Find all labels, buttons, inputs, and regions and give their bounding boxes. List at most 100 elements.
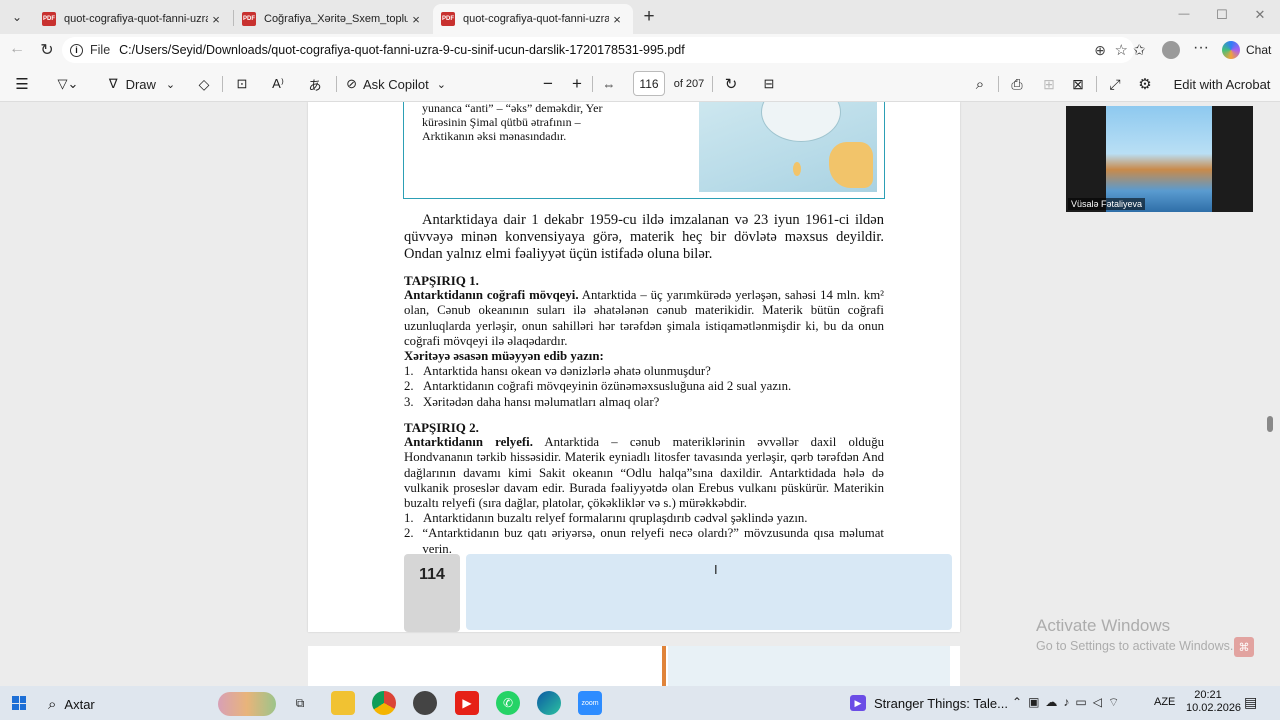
- zoom-icon[interactable]: ⊕: [1094, 42, 1106, 59]
- list-icon: ☰: [15, 76, 29, 93]
- task-1: TAPŞIRIQ 1. Antarktidanın coğrafi mövqey…: [404, 273, 884, 410]
- scrollbar-thumb[interactable]: [1267, 416, 1273, 432]
- more-icon: ···: [1193, 39, 1209, 56]
- windows-logo-icon: [12, 696, 19, 703]
- erase-button[interactable]: ◇: [192, 66, 216, 102]
- tab-actions-button[interactable]: ⌄: [6, 7, 28, 27]
- zoom-icon[interactable]: zoom: [578, 691, 602, 715]
- settings-button[interactable]: ⚙: [1134, 66, 1156, 102]
- save-as-button[interactable]: ⊠: [1067, 66, 1089, 102]
- rotate-button[interactable]: ↻: [720, 66, 742, 102]
- translate-button[interactable]: あ: [303, 66, 327, 102]
- task1-subtitle: Xəritəyə əsasən müəyyən edib yazın:: [404, 349, 604, 364]
- url-box[interactable]: i File C:/Users/Seyid/Downloads/quot-cog…: [62, 37, 1134, 63]
- task2-bold: Antarktidanın relyefi.: [404, 435, 533, 450]
- read-aloud-button[interactable]: A⁾: [266, 66, 290, 102]
- acrobat-icon[interactable]: ⌘: [1234, 637, 1254, 657]
- pdf-page: yunanca “anti” – “əks” deməkdir, Yer kür…: [308, 102, 960, 632]
- toolbar-separator: [712, 76, 713, 92]
- whatsapp-icon[interactable]: ✆: [496, 691, 520, 715]
- contents-button[interactable]: ☰: [10, 66, 34, 102]
- toolbar-separator: [336, 76, 337, 92]
- print-icon: ⎙: [1011, 75, 1023, 92]
- textbox-icon: ⊡: [236, 76, 248, 91]
- taskbar: ⌕ Axtar ⧉ ▶ ✆ zoom ▶ Stranger Things: Ta…: [0, 686, 1280, 720]
- toolbar-separator: [222, 76, 223, 92]
- tab-3-active[interactable]: PDF quot-cografiya-quot-fanni-uzra-9 ×: [433, 4, 633, 34]
- profile-avatar[interactable]: [1162, 41, 1180, 59]
- volume-icon: ◁: [1092, 695, 1108, 709]
- tab-close-button[interactable]: ×: [408, 12, 424, 27]
- tab-1[interactable]: PDF quot-cografiya-quot-fanni-uzra-9 ×: [34, 4, 232, 34]
- draw-button[interactable]: ∇ Draw ⌄: [104, 66, 180, 102]
- cloud-icon: ☁: [1045, 695, 1064, 709]
- task1-item: 3. Xəritədən daha hansı məlumatları almaq…: [404, 394, 660, 409]
- save-button[interactable]: ⊞: [1038, 66, 1060, 102]
- chevron-down-icon: ⌄: [436, 78, 446, 91]
- tab-close-button[interactable]: ×: [208, 12, 224, 27]
- mouse-cursor: I: [714, 562, 718, 577]
- back-button[interactable]: ←: [6, 40, 28, 60]
- media-icon: ▶: [850, 695, 866, 711]
- popout-button[interactable]: ⤢: [1104, 66, 1126, 102]
- search-box[interactable]: ⌕ Axtar: [48, 692, 278, 716]
- info-box: yunanca “anti” – “əks” deməkdir, Yer kür…: [403, 102, 885, 199]
- chat-button[interactable]: Chat: [1222, 41, 1271, 59]
- favorites-button[interactable]: ✩: [1133, 41, 1146, 59]
- clock[interactable]: 20:21 10.02.2026: [1186, 689, 1241, 715]
- print-button[interactable]: ⎙: [1006, 66, 1028, 102]
- tray-icons[interactable]: ⌃▣☁♪▭◁⌔: [1012, 695, 1125, 710]
- highlight-button[interactable]: ▽⌄: [48, 66, 88, 102]
- url-text[interactable]: C:/Users/Seyid/Downloads/quot-cografiya-…: [119, 43, 685, 57]
- page-view-icon: ⊟: [763, 76, 775, 91]
- favorites-star-icon: ✩: [1133, 42, 1146, 59]
- text-box-button[interactable]: ⊡: [230, 66, 254, 102]
- tab-close-button[interactable]: ×: [609, 12, 625, 27]
- pdf-icon: PDF: [242, 12, 256, 26]
- media-widget[interactable]: ▶ Stranger Things: Tale...: [850, 695, 1008, 711]
- edge-beta-icon[interactable]: [413, 691, 437, 715]
- minimize-button[interactable]: —: [1170, 8, 1198, 26]
- zoom-in-button[interactable]: +: [567, 66, 587, 102]
- find-button[interactable]: ⌕: [969, 66, 991, 102]
- fit-page-button[interactable]: ⇔: [598, 66, 620, 102]
- youtube-icon[interactable]: ▶: [455, 691, 479, 715]
- edit-with-acrobat-button[interactable]: Edit with Acrobat: [1172, 66, 1272, 102]
- next-pdf-page: [308, 646, 960, 686]
- tab-title: quot-cografiya-quot-fanni-uzra-9: [463, 13, 609, 25]
- notifications-button[interactable]: ▤: [1244, 694, 1257, 711]
- microphone-icon: ♪: [1063, 695, 1076, 709]
- file-explorer-icon[interactable]: [331, 691, 355, 715]
- plus-icon: +: [572, 74, 582, 93]
- antarctica-map-image: [699, 102, 877, 192]
- next-page-orange-bar: [662, 646, 666, 686]
- page-view-button[interactable]: ⊟: [758, 66, 780, 102]
- tab-2[interactable]: PDF Coğrafiya_Xəritə_Sxem_toplusu_Fə ×: [234, 4, 432, 34]
- task-2: TAPŞIRIQ 2. Antarktidanın relyefi. Antar…: [404, 420, 884, 557]
- new-tab-button[interactable]: +: [638, 5, 660, 29]
- zoom-out-button[interactable]: −: [538, 66, 558, 102]
- media-title: Stranger Things: Tale...: [874, 695, 1008, 711]
- watermark-line-2: Go to Settings to activate Windows.: [1036, 639, 1234, 653]
- save-as-icon: ⊠: [1072, 75, 1084, 92]
- more-button[interactable]: ···: [1193, 39, 1209, 57]
- edge-icon[interactable]: [537, 691, 561, 715]
- close-window-button[interactable]: ✕: [1246, 7, 1274, 25]
- task-view-button[interactable]: ⧉: [288, 691, 312, 715]
- draw-label: Draw: [125, 76, 156, 92]
- chrome-icon[interactable]: [372, 691, 396, 715]
- ask-copilot-button[interactable]: ⊘ Ask Copilot ⌄: [344, 66, 448, 102]
- maximize-button[interactable]: ☐: [1208, 7, 1236, 25]
- language-indicator[interactable]: AZE: [1154, 696, 1175, 708]
- scrollbar-track[interactable]: [1266, 102, 1274, 682]
- video-call-tile[interactable]: Vüsalə Fətaliyeva: [1066, 106, 1253, 212]
- page-number-input[interactable]: 116: [633, 71, 665, 96]
- fit-width-icon: ⇔: [602, 76, 616, 92]
- start-button[interactable]: [12, 696, 26, 710]
- search-icon: ⌕: [975, 75, 985, 93]
- next-page-blue-panel: [668, 646, 950, 686]
- read-aloud-icon: A⁾: [272, 76, 284, 91]
- search-placeholder: Axtar: [64, 696, 95, 712]
- refresh-button[interactable]: ↻: [36, 40, 58, 60]
- favorite-icon[interactable]: ☆: [1115, 41, 1128, 59]
